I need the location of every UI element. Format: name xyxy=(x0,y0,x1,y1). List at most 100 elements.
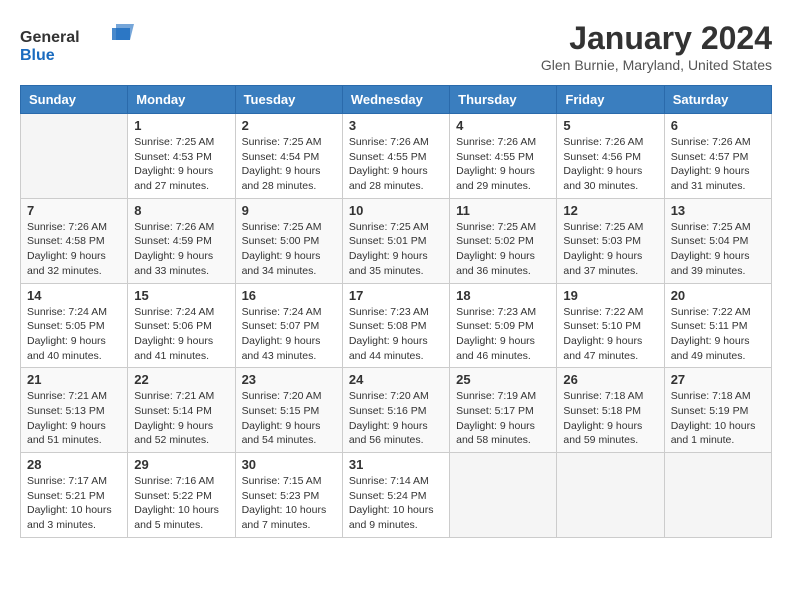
calendar-cell: 26Sunrise: 7:18 AMSunset: 5:18 PMDayligh… xyxy=(557,368,664,453)
day-info: Sunrise: 7:25 AMSunset: 5:03 PMDaylight:… xyxy=(563,220,657,279)
title-area: January 2024 Glen Burnie, Maryland, Unit… xyxy=(541,20,772,73)
day-info: Sunrise: 7:26 AMSunset: 4:55 PMDaylight:… xyxy=(456,135,550,194)
day-info: Sunrise: 7:21 AMSunset: 5:13 PMDaylight:… xyxy=(27,389,121,448)
day-number: 22 xyxy=(134,372,228,387)
svg-text:Blue: Blue xyxy=(20,47,55,64)
day-info: Sunrise: 7:26 AMSunset: 4:58 PMDaylight:… xyxy=(27,220,121,279)
day-number: 23 xyxy=(242,372,336,387)
calendar-cell: 28 Sunrise: 7:17 AMSunset: 5:21 PMDayligh… xyxy=(21,453,128,538)
day-number: 16 xyxy=(242,288,336,303)
day-number: 3 xyxy=(349,118,443,133)
day-info: Sunrise: 7:26 AMSunset: 4:59 PMDaylight:… xyxy=(134,220,228,279)
day-number: 26 xyxy=(563,372,657,387)
calendar-header-row: SundayMondayTuesdayWednesdayThursdayFrid… xyxy=(21,86,772,114)
page-header: General Blue January 2024 Glen Burnie, M… xyxy=(20,20,772,75)
day-info: Sunrise: 7:20 AMSunset: 5:16 PMDaylight:… xyxy=(349,389,443,448)
calendar-cell: 15Sunrise: 7:24 AMSunset: 5:06 PMDayligh… xyxy=(128,283,235,368)
day-info: Sunrise: 7:21 AMSunset: 5:14 PMDaylight:… xyxy=(134,389,228,448)
calendar-cell: 10Sunrise: 7:25 AMSunset: 5:01 PMDayligh… xyxy=(342,198,449,283)
calendar-cell: 16 Sunrise: 7:24 AMSunset: 5:07 PMDayligh… xyxy=(235,283,342,368)
calendar-cell xyxy=(664,453,771,538)
day-info: Sunrise: 7:17 AMSunset: 5:21 PMDaylight:… xyxy=(27,474,121,533)
day-number: 25 xyxy=(456,372,550,387)
day-number: 27 xyxy=(671,372,765,387)
day-info: Sunrise: 7:24 AMSunset: 5:05 PMDaylight:… xyxy=(27,305,121,364)
day-number: 6 xyxy=(671,118,765,133)
day-number: 4 xyxy=(456,118,550,133)
day-number: 10 xyxy=(349,203,443,218)
month-title: January 2024 xyxy=(541,20,772,57)
day-info: Sunrise: 7:23 AMSunset: 5:08 PMDaylight:… xyxy=(349,305,443,364)
day-info: Sunrise: 7:19 AMSunset: 5:17 PMDaylight:… xyxy=(456,389,550,448)
day-info: Sunrise: 7:16 AMSunset: 5:22 PMDaylight:… xyxy=(134,474,228,533)
location: Glen Burnie, Maryland, United States xyxy=(541,57,772,73)
calendar-cell xyxy=(557,453,664,538)
day-info: Sunrise: 7:25 AMSunset: 4:53 PMDaylight:… xyxy=(134,135,228,194)
calendar-cell: 14 Sunrise: 7:24 AMSunset: 5:05 PMDayligh… xyxy=(21,283,128,368)
day-number: 8 xyxy=(134,203,228,218)
weekday-header: Thursday xyxy=(450,86,557,114)
calendar-cell: 20 Sunrise: 7:22 AMSunset: 5:11 PMDayligh… xyxy=(664,283,771,368)
day-info: Sunrise: 7:14 AMSunset: 5:24 PMDaylight:… xyxy=(349,474,443,533)
day-info: Sunrise: 7:24 AMSunset: 5:07 PMDaylight:… xyxy=(242,305,336,364)
calendar-cell: 13 Sunrise: 7:25 AMSunset: 5:04 PMDayligh… xyxy=(664,198,771,283)
day-info: Sunrise: 7:20 AMSunset: 5:15 PMDaylight:… xyxy=(242,389,336,448)
calendar-cell: 17 Sunrise: 7:23 AMSunset: 5:08 PMDayligh… xyxy=(342,283,449,368)
day-info: Sunrise: 7:25 AMSunset: 5:04 PMDaylight:… xyxy=(671,220,765,279)
weekday-header: Tuesday xyxy=(235,86,342,114)
day-number: 31 xyxy=(349,457,443,472)
calendar-cell: 21 Sunrise: 7:21 AMSunset: 5:13 PMDayligh… xyxy=(21,368,128,453)
day-info: Sunrise: 7:26 AMSunset: 4:57 PMDaylight:… xyxy=(671,135,765,194)
day-number: 24 xyxy=(349,372,443,387)
day-number: 1 xyxy=(134,118,228,133)
calendar-cell: 22 Sunrise: 7:21 AMSunset: 5:14 PMDayligh… xyxy=(128,368,235,453)
day-info: Sunrise: 7:25 AMSunset: 4:54 PMDaylight:… xyxy=(242,135,336,194)
day-number: 15 xyxy=(134,288,228,303)
day-number: 29 xyxy=(134,457,228,472)
calendar-cell: 12Sunrise: 7:25 AMSunset: 5:03 PMDayligh… xyxy=(557,198,664,283)
day-number: 14 xyxy=(27,288,121,303)
day-info: Sunrise: 7:25 AMSunset: 5:02 PMDaylight:… xyxy=(456,220,550,279)
weekday-header: Wednesday xyxy=(342,86,449,114)
svg-text:General: General xyxy=(20,29,80,46)
calendar-cell: 1 Sunrise: 7:25 AMSunset: 4:53 PMDaylight… xyxy=(128,114,235,199)
calendar-cell: 7Sunrise: 7:26 AMSunset: 4:58 PMDaylight… xyxy=(21,198,128,283)
weekday-header: Monday xyxy=(128,86,235,114)
calendar-cell xyxy=(21,114,128,199)
calendar-cell: 4 Sunrise: 7:26 AMSunset: 4:55 PMDaylight… xyxy=(450,114,557,199)
day-number: 30 xyxy=(242,457,336,472)
calendar-cell: 8 Sunrise: 7:26 AMSunset: 4:59 PMDaylight… xyxy=(128,198,235,283)
calendar-cell: 27 Sunrise: 7:18 AMSunset: 5:19 PMDayligh… xyxy=(664,368,771,453)
day-number: 13 xyxy=(671,203,765,218)
day-info: Sunrise: 7:23 AMSunset: 5:09 PMDaylight:… xyxy=(456,305,550,364)
day-info: Sunrise: 7:25 AMSunset: 5:00 PMDaylight:… xyxy=(242,220,336,279)
weekday-header: Saturday xyxy=(664,86,771,114)
day-number: 9 xyxy=(242,203,336,218)
calendar-cell xyxy=(450,453,557,538)
calendar-cell: 30Sunrise: 7:15 AMSunset: 5:23 PMDayligh… xyxy=(235,453,342,538)
day-info: Sunrise: 7:18 AMSunset: 5:19 PMDaylight:… xyxy=(671,389,765,448)
day-number: 5 xyxy=(563,118,657,133)
calendar-cell: 3Sunrise: 7:26 AMSunset: 4:55 PMDaylight… xyxy=(342,114,449,199)
logo: General Blue xyxy=(20,20,150,75)
day-number: 20 xyxy=(671,288,765,303)
day-number: 11 xyxy=(456,203,550,218)
calendar-cell: 5 Sunrise: 7:26 AMSunset: 4:56 PMDaylight… xyxy=(557,114,664,199)
day-number: 21 xyxy=(27,372,121,387)
day-number: 2 xyxy=(242,118,336,133)
calendar-week-row: 21 Sunrise: 7:21 AMSunset: 5:13 PMDayligh… xyxy=(21,368,772,453)
day-info: Sunrise: 7:26 AMSunset: 4:56 PMDaylight:… xyxy=(563,135,657,194)
calendar-cell: 19Sunrise: 7:22 AMSunset: 5:10 PMDayligh… xyxy=(557,283,664,368)
weekday-header: Sunday xyxy=(21,86,128,114)
day-info: Sunrise: 7:22 AMSunset: 5:11 PMDaylight:… xyxy=(671,305,765,364)
calendar-cell: 23 Sunrise: 7:20 AMSunset: 5:15 PMDayligh… xyxy=(235,368,342,453)
calendar-week-row: 7Sunrise: 7:26 AMSunset: 4:58 PMDaylight… xyxy=(21,198,772,283)
calendar-cell: 25 Sunrise: 7:19 AMSunset: 5:17 PMDayligh… xyxy=(450,368,557,453)
calendar-week-row: 14 Sunrise: 7:24 AMSunset: 5:05 PMDayligh… xyxy=(21,283,772,368)
day-number: 17 xyxy=(349,288,443,303)
calendar-cell: 24 Sunrise: 7:20 AMSunset: 5:16 PMDayligh… xyxy=(342,368,449,453)
calendar-cell: 31 Sunrise: 7:14 AMSunset: 5:24 PMDayligh… xyxy=(342,453,449,538)
calendar-cell: 29 Sunrise: 7:16 AMSunset: 5:22 PMDayligh… xyxy=(128,453,235,538)
day-number: 18 xyxy=(456,288,550,303)
day-number: 28 xyxy=(27,457,121,472)
